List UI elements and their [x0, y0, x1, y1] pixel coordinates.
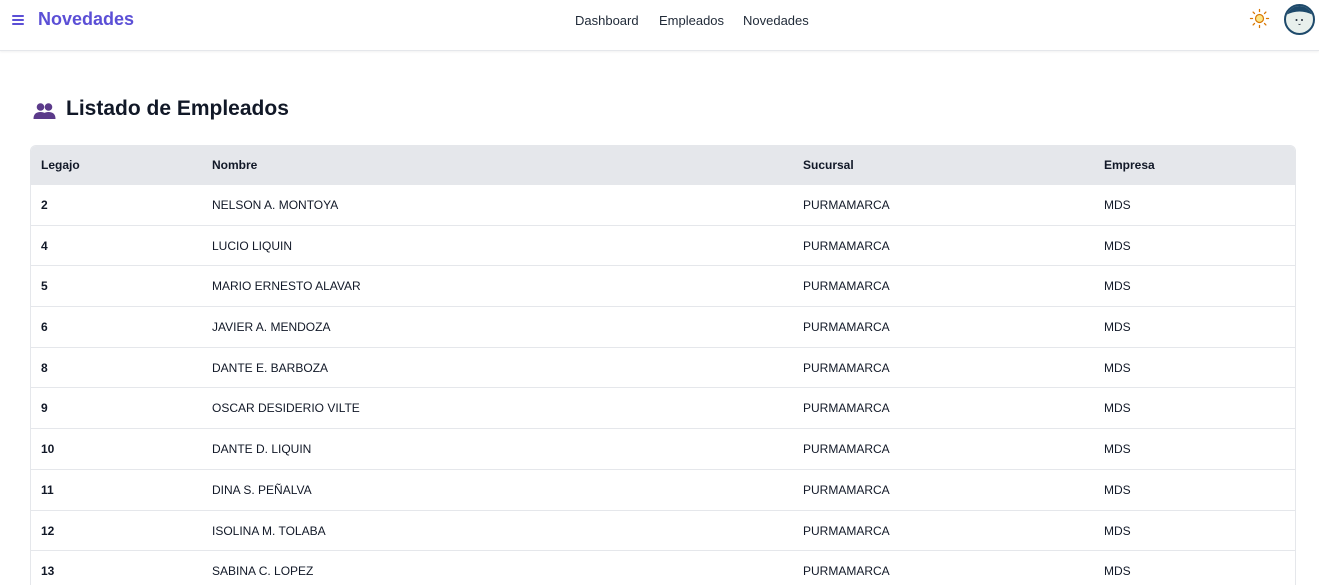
table-row[interactable]: 9 OSCAR DESIDERIO VILTE PURMAMARCA MDS [31, 388, 1295, 430]
cell-empresa: MDS [1104, 279, 1131, 294]
table-body: 2 NELSON A. MONTOYA PURMAMARCA MDS 4 LUC… [31, 185, 1295, 585]
nav-link-novedades[interactable]: Novedades [743, 13, 809, 28]
cell-sucursal: PURMAMARCA [803, 482, 890, 497]
cell-legajo: 12 [41, 523, 55, 538]
cell-sucursal: PURMAMARCA [803, 442, 890, 457]
cell-empresa: MDS [1104, 482, 1131, 497]
cell-sucursal: PURMAMARCA [803, 320, 890, 335]
cell-nombre: ISOLINA M. TOLABA [212, 523, 326, 538]
cell-empresa: MDS [1104, 360, 1131, 375]
cell-sucursal: PURMAMARCA [803, 564, 890, 579]
users-icon [33, 103, 56, 119]
cell-legajo: 4 [41, 238, 48, 253]
column-header-nombre[interactable]: Nombre [212, 158, 257, 172]
cell-sucursal: PURMAMARCA [803, 401, 890, 416]
cell-sucursal: PURMAMARCA [803, 360, 890, 375]
cell-nombre: SABINA C. LOPEZ [212, 564, 314, 579]
cell-sucursal: PURMAMARCA [803, 279, 890, 294]
table-row[interactable]: 6 JAVIER A. MENDOZA PURMAMARCA MDS [31, 307, 1295, 348]
main-nav: Dashboard Empleados Novedades [0, 13, 1319, 33]
table-row[interactable]: 4 LUCIO LIQUIN PURMAMARCA MDS [31, 225, 1295, 267]
cell-legajo: 9 [41, 401, 48, 416]
table-row[interactable]: 10 DANTE D. LIQUIN PURMAMARCA MDS [31, 429, 1295, 470]
table-row[interactable]: 2 NELSON A. MONTOYA PURMAMARCA MDS [31, 185, 1295, 226]
cell-legajo: 8 [41, 360, 48, 375]
column-header-empresa[interactable]: Empresa [1104, 158, 1155, 172]
cell-legajo: 6 [41, 320, 48, 335]
column-header-legajo[interactable]: Legajo [41, 158, 80, 172]
cell-empresa: MDS [1104, 442, 1131, 457]
cell-empresa: MDS [1104, 238, 1131, 253]
cell-nombre: DANTE D. LIQUIN [212, 442, 312, 457]
table-row[interactable]: 5 MARIO ERNESTO ALAVAR PURMAMARCA MDS [31, 266, 1295, 308]
column-header-sucursal[interactable]: Sucursal [803, 158, 854, 172]
cell-empresa: MDS [1104, 564, 1131, 579]
table-header-row: Legajo Nombre Sucursal Empresa [31, 146, 1295, 185]
top-navbar: Novedades Dashboard Empleados Novedades [0, 0, 1319, 51]
cell-nombre: LUCIO LIQUIN [212, 238, 293, 253]
nav-link-dashboard[interactable]: Dashboard [575, 13, 639, 28]
cell-empresa: MDS [1104, 523, 1131, 538]
cell-empresa: MDS [1104, 401, 1131, 416]
cell-nombre: DINA S. PEÑALVA [212, 482, 312, 497]
cell-sucursal: PURMAMARCA [803, 238, 890, 253]
cell-nombre: DANTE E. BARBOZA [212, 360, 329, 375]
cell-nombre: MARIO ERNESTO ALAVAR [212, 279, 361, 294]
cell-sucursal: PURMAMARCA [803, 523, 890, 538]
page-title: Listado de Empleados [66, 97, 289, 120]
table-row[interactable]: 13 SABINA C. LOPEZ PURMAMARCA MDS [31, 551, 1295, 585]
user-avatar[interactable] [1284, 4, 1315, 35]
cell-empresa: MDS [1104, 198, 1131, 212]
employees-table: Legajo Nombre Sucursal Empresa 2 NELSON … [30, 145, 1296, 585]
nav-link-empleados[interactable]: Empleados [659, 13, 724, 28]
sun-icon[interactable] [1249, 8, 1270, 29]
cell-legajo: 2 [41, 198, 48, 212]
cell-legajo: 5 [41, 279, 48, 294]
cell-legajo: 13 [41, 564, 55, 579]
cell-sucursal: PURMAMARCA [803, 198, 890, 212]
table-row[interactable]: 11 DINA S. PEÑALVA PURMAMARCA MDS [31, 469, 1295, 511]
cell-legajo: 11 [41, 482, 54, 497]
cell-nombre: NELSON A. MONTOYA [212, 198, 339, 212]
cell-legajo: 10 [41, 442, 55, 457]
avatar-face-icon [1286, 6, 1313, 25]
table-row[interactable]: 12 ISOLINA M. TOLABA PURMAMARCA MDS [31, 510, 1295, 552]
cell-nombre: OSCAR DESIDERIO VILTE [212, 401, 360, 416]
cell-empresa: MDS [1104, 320, 1131, 335]
cell-nombre: JAVIER A. MENDOZA [212, 320, 331, 335]
table-row[interactable]: 8 DANTE E. BARBOZA PURMAMARCA MDS [31, 347, 1295, 389]
